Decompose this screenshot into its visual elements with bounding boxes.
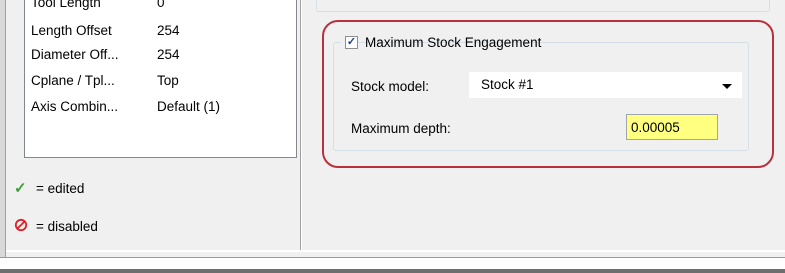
stock-model-value: Stock #1: [481, 77, 534, 92]
chevron-down-icon[interactable]: [722, 84, 732, 89]
stock-engagement-label: Maximum Stock Engagement: [365, 35, 542, 50]
param-name: Diameter Off...: [31, 47, 119, 62]
legend-edited-label: = edited: [36, 181, 85, 196]
param-value: Default (1): [157, 99, 221, 114]
window-frame-left: [0, 0, 6, 273]
stock-engagement-checkbox[interactable]: ✓: [345, 36, 358, 49]
frame-bottom-edge: [6, 250, 785, 252]
upper-groupbox: [316, 0, 770, 12]
param-value: 254: [157, 23, 180, 38]
param-name: Tool Length: [31, 0, 101, 10]
legend-disabled-label: = disabled: [36, 219, 98, 234]
param-value: 254: [157, 47, 180, 62]
stock-engagement-toggle[interactable]: ✓ Maximum Stock Engagement: [341, 33, 541, 53]
param-value: Top: [157, 73, 179, 88]
window-bottom-shadow: [0, 269, 785, 273]
check-icon: ✓: [14, 180, 27, 197]
stock-model-label: Stock model:: [351, 79, 430, 94]
param-value: 0: [157, 0, 165, 10]
param-name: Axis Combin...: [31, 99, 119, 114]
param-name: Cplane / Tpl...: [31, 73, 115, 88]
max-depth-label: Maximum depth:: [351, 121, 451, 136]
stock-model-select[interactable]: Stock #1: [469, 72, 742, 98]
disabled-icon: [14, 217, 32, 237]
max-depth-input[interactable]: [626, 114, 718, 140]
parameter-list[interactable]: Tool Length 0 Length Offset 254 Diameter…: [24, 0, 297, 158]
param-name: Length Offset: [31, 23, 112, 38]
